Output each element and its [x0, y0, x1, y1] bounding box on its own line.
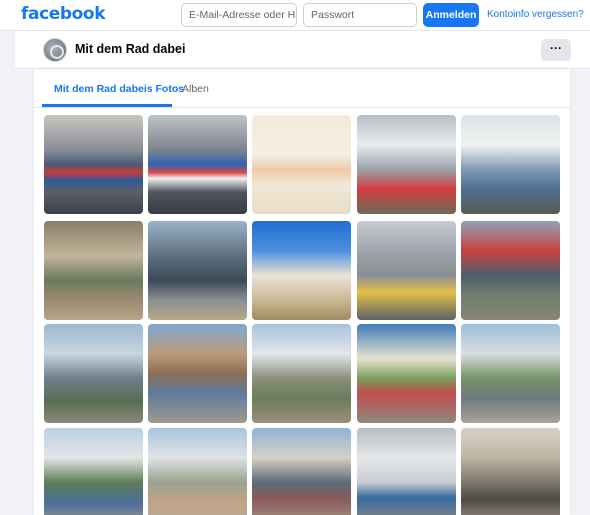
facebook-logo[interactable]: facebook [21, 4, 106, 24]
photo-building-tent[interactable] [44, 324, 143, 423]
photo-group-bikes[interactable] [461, 221, 560, 320]
photo-square-crowd[interactable] [252, 428, 351, 515]
email-input[interactable]: E-Mail-Adresse oder Ha [181, 3, 297, 27]
photo-info-board-red-bike[interactable] [357, 115, 456, 214]
top-login-bar: facebook E-Mail-Adresse oder Ha Passwort… [0, 0, 590, 31]
photos-card: Mit dem Rad dabeis Fotos Alben [34, 69, 570, 515]
photo-market-stands[interactable] [148, 324, 247, 423]
photo-flyer-2[interactable] [148, 115, 247, 214]
photo-colorful-umbrella[interactable] [357, 324, 456, 423]
photo-people-street[interactable] [148, 221, 247, 320]
photo-crowd-tent[interactable] [461, 115, 560, 214]
photo-kids-park[interactable] [461, 324, 560, 423]
photo-repair-table[interactable] [357, 428, 456, 515]
login-button[interactable]: Anmelden [423, 3, 479, 27]
photo-event-crowd[interactable] [252, 324, 351, 423]
photo-helmet-table[interactable] [252, 221, 351, 320]
forgot-account-link[interactable]: Kontoinfo vergessen? [487, 9, 584, 20]
password-input[interactable]: Passwort [303, 3, 417, 27]
page-name[interactable]: Mit dem Rad dabei [75, 42, 185, 56]
tab-divider [34, 107, 570, 108]
photo-familien-fahrradtour-flyer[interactable] [252, 115, 351, 214]
page-avatar[interactable] [43, 38, 67, 62]
tab-albums[interactable]: Alben [182, 83, 209, 95]
photo-kids-bikes-1[interactable] [44, 221, 143, 320]
photo-flyer-1[interactable] [44, 115, 143, 214]
photo-sign-stand[interactable] [357, 221, 456, 320]
photo-course-cones[interactable] [148, 428, 247, 515]
photo-apartment-block[interactable] [44, 428, 143, 515]
tab-photos[interactable]: Mit dem Rad dabeis Fotos [54, 83, 184, 95]
page-header: Mit dem Rad dabei ··· [15, 31, 590, 69]
photo-bike-repair[interactable] [461, 428, 560, 515]
more-options-button[interactable]: ··· [541, 39, 571, 61]
